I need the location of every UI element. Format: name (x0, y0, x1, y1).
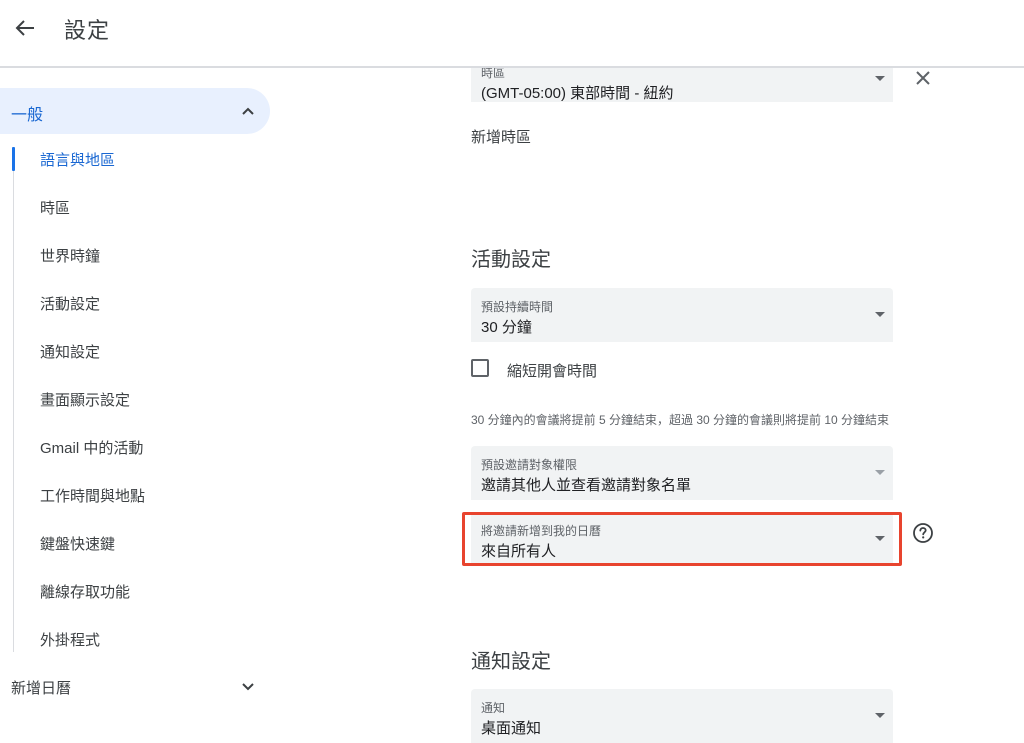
back-button[interactable] (10, 13, 40, 43)
dropdown-arrow-icon (875, 713, 885, 718)
sidebar-section-add-calendar[interactable]: 新增日曆 (0, 666, 270, 708)
guest-permissions-label: 預設邀請對象權限 (481, 458, 578, 472)
nav-tree-line (13, 147, 14, 652)
top-header: 設定 (0, 0, 1024, 68)
sidebar-item-working-hours[interactable]: 工作時間與地點 (40, 485, 145, 506)
sidebar-item-event-settings[interactable]: 活動設定 (40, 293, 100, 314)
sidebar-item-view-options[interactable]: 畫面顯示設定 (40, 389, 130, 410)
timezone-value: (GMT-05:00) 東部時間 - 紐約 (481, 85, 674, 102)
dropdown-arrow-icon (875, 536, 885, 541)
nav-active-indicator (12, 147, 15, 171)
add-invitations-select[interactable]: 將邀請新增到我的日曆 來自所有人 (471, 512, 893, 566)
guest-permissions-value: 邀請其他人並查看邀請對象名單 (481, 477, 692, 494)
settings-sidebar: 一般 語言與地區 時區 世界時鐘 活動設定 通知設定 畫面顯示設定 Gmail … (0, 68, 290, 723)
chevron-up-icon (241, 104, 255, 118)
event-settings-title: 活動設定 (471, 249, 551, 271)
default-duration-select[interactable]: 預設持續時間 30 分鐘 (471, 288, 893, 342)
speedy-meetings-checkbox[interactable] (471, 359, 489, 377)
chevron-down-icon (241, 680, 255, 694)
notification-select[interactable]: 通知 桌面通知 (471, 689, 893, 743)
guest-permissions-select[interactable]: 預設邀請對象權限 邀請其他人並查看邀請對象名單 (471, 446, 893, 500)
add-timezone-link[interactable]: 新增時區 (471, 126, 531, 147)
add-invitations-label: 將邀請新增到我的日曆 (481, 524, 602, 538)
notification-label: 通知 (481, 701, 506, 715)
sidebar-section-general[interactable]: 一般 (0, 88, 270, 134)
remove-timezone-close-icon[interactable] (912, 67, 934, 89)
sidebar-item-world-clock[interactable]: 世界時鐘 (40, 245, 100, 266)
dropdown-arrow-icon (875, 470, 885, 475)
add-invitations-value: 來自所有人 (481, 543, 557, 560)
sidebar-section-general-label: 一般 (11, 107, 44, 124)
sidebar-item-timezone[interactable]: 時區 (40, 197, 70, 218)
speedy-meetings-label: 縮短開會時間 (507, 363, 598, 380)
arrow-back-icon (15, 20, 34, 36)
help-icon[interactable] (912, 522, 934, 544)
speedy-meetings-helper-text: 30 分鐘內的會議將提前 5 分鐘結束，超過 30 分鐘的會議則將提前 10 分… (471, 413, 890, 427)
sidebar-item-language-region[interactable]: 語言與地區 (40, 149, 115, 170)
sidebar-item-offline[interactable]: 離線存取功能 (40, 581, 130, 602)
dropdown-arrow-icon (875, 76, 885, 81)
sidebar-section-add-calendar-label: 新增日曆 (11, 680, 72, 697)
sidebar-item-keyboard-shortcuts[interactable]: 鍵盤快速鍵 (40, 533, 115, 554)
default-duration-value: 30 分鐘 (481, 319, 532, 336)
sidebar-item-add-ons[interactable]: 外掛程式 (40, 629, 100, 650)
page-title: 設定 (64, 18, 111, 43)
sidebar-item-notification-settings[interactable]: 通知設定 (40, 341, 100, 362)
default-duration-label: 預設持續時間 (481, 300, 554, 314)
notification-value: 桌面通知 (481, 720, 542, 737)
notification-settings-title: 通知設定 (471, 651, 551, 673)
sidebar-item-events-from-gmail[interactable]: Gmail 中的活動 (40, 437, 143, 458)
dropdown-arrow-icon (875, 312, 885, 317)
